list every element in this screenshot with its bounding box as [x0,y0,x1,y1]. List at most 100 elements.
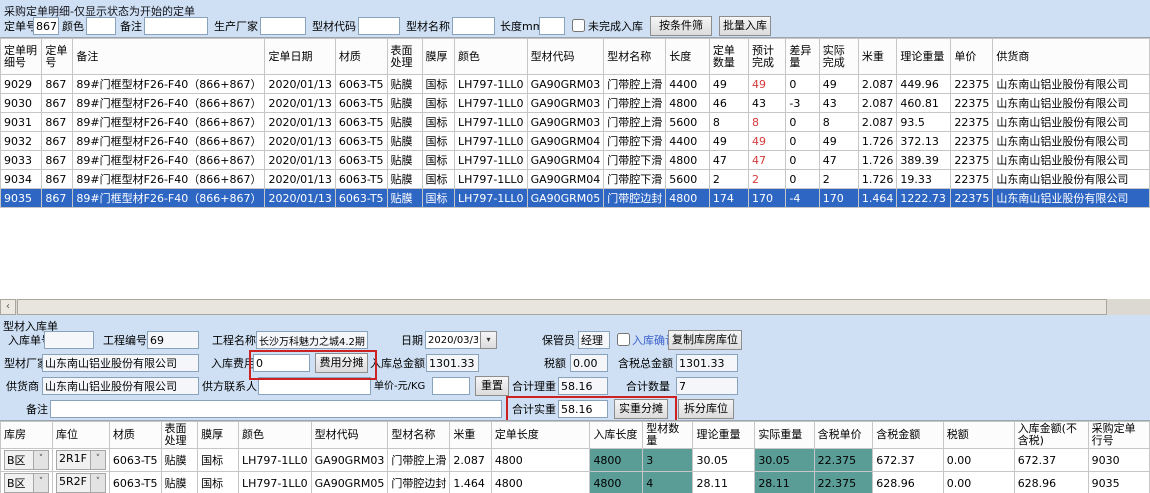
copy-warehouse-location-button[interactable]: 复制库房库位 [668,330,742,350]
column-header[interactable]: 理论重量 [897,39,951,75]
table-row[interactable]: 903086789#门框型材F26-F40（866+867）2020/01/13… [1,94,1150,113]
column-header[interactable]: 表面处理 [161,422,198,449]
horizontal-scrollbar[interactable]: ‹ [0,299,1150,315]
color-filter-input[interactable] [86,17,116,35]
chevron-down-icon[interactable]: ˅ [91,473,106,493]
column-header[interactable]: 含税金额 [873,422,944,449]
table-cell: 1.726 [858,170,897,189]
column-header[interactable]: 表面处理 [387,39,422,75]
column-header[interactable]: 定单长度 [491,422,590,449]
table-row[interactable]: 903286789#门框型材F26-F40（866+867）2020/01/13… [1,132,1150,151]
batch-inbound-button[interactable]: 批量入库 [719,16,771,36]
column-header[interactable]: 颜色 [239,422,312,449]
combo-cell[interactable]: B区˅ [1,472,53,493]
supplier-input[interactable] [42,377,199,395]
unfinished-checkbox[interactable] [572,19,585,32]
supplier-contact-input[interactable] [258,377,371,395]
total-with-tax-input[interactable] [676,354,738,372]
column-header[interactable]: 供货商 [993,39,1150,75]
remark-input[interactable] [50,400,502,418]
column-header[interactable]: 实际完成 [819,39,858,75]
fee-allocate-button[interactable]: 费用分摊 [315,353,368,373]
column-header[interactable]: 长度 [666,39,710,75]
combo-cell[interactable]: B区˅ [1,449,53,472]
column-header[interactable]: 型材数量 [643,422,693,449]
table-cell: 4800 [491,472,590,493]
table-cell: 170 [748,189,785,208]
scroll-left-button[interactable]: ‹ [0,299,16,315]
table-cell: GA90GRM04 [527,170,604,189]
scrollbar-thumb[interactable] [17,299,1107,315]
combo-cell[interactable]: 2R1F˅ [53,449,110,472]
table-row[interactable]: B区˅2R1F˅6063-T5贴膜国标LH797-1LL0GA90GRM03门带… [1,449,1150,472]
column-header[interactable]: 入库金额(不含税) [1014,422,1088,449]
table-row[interactable]: 903486789#门框型材F26-F40（866+867）2020/01/13… [1,170,1150,189]
column-header[interactable]: 库位 [53,422,110,449]
column-header[interactable]: 库房 [1,422,53,449]
factory-input[interactable] [42,354,199,372]
actual-weight-allocate-button[interactable]: 实重分摊 [614,399,668,419]
table-row[interactable]: B区˅5R2F˅6063-T5贴膜国标LH797-1LL0GA90GRM05门带… [1,472,1150,493]
column-header[interactable]: 型材名称 [604,39,666,75]
table-row[interactable]: 902986789#门框型材F26-F40（866+867）2020/01/13… [1,75,1150,94]
chevron-down-icon[interactable]: ˅ [91,450,106,470]
project-no-input[interactable] [147,331,199,349]
order-no-input[interactable] [33,17,59,35]
column-header[interactable]: 定单日期 [265,39,335,75]
column-header[interactable]: 备注 [73,39,265,75]
manufacturer-input[interactable] [260,17,306,35]
combo-value: 5R2F [56,473,91,493]
column-header[interactable]: 膜厚 [198,422,239,449]
column-header[interactable]: 定单明细号 [1,39,42,75]
reset-button[interactable]: 重置 [475,376,509,396]
column-header[interactable]: 型材代码 [527,39,604,75]
chevron-down-icon[interactable]: ˅ [34,473,49,493]
column-header[interactable]: 理论重量 [693,422,755,449]
column-header[interactable]: 米重 [450,422,491,449]
column-header[interactable]: 米重 [858,39,897,75]
column-header[interactable]: 单价 [951,39,993,75]
column-header[interactable]: 采购定单行号 [1088,422,1149,449]
table-row[interactable]: 903386789#门框型材F26-F40（866+867）2020/01/13… [1,151,1150,170]
inbound-confirm-checkbox[interactable] [617,333,630,346]
project-name-input[interactable] [256,331,368,349]
keeper-input[interactable] [578,331,610,349]
column-header[interactable]: 型材代码 [311,422,388,449]
column-header[interactable]: 材质 [109,422,161,449]
total-theory-weight-input[interactable] [558,377,608,395]
total-actual-weight-input[interactable] [558,400,608,418]
column-header[interactable]: 材质 [335,39,387,75]
column-header[interactable]: 差异量 [786,39,819,75]
table-cell: GA90GRM05 [311,472,388,493]
table-row[interactable]: 903186789#门框型材F26-F40（866+867）2020/01/13… [1,113,1150,132]
column-header[interactable]: 定单数量 [709,39,748,75]
date-input[interactable] [425,331,481,349]
column-header[interactable]: 颜色 [454,39,527,75]
profile-code-filter-input[interactable] [358,17,400,35]
column-header[interactable]: 含税单价 [814,422,873,449]
total-amount-input[interactable] [426,354,479,372]
column-header[interactable]: 实际重量 [755,422,814,449]
column-header[interactable]: 预计完成 [748,39,785,75]
calendar-dropdown-button[interactable]: ▾ [480,331,497,349]
chevron-down-icon[interactable]: ˅ [34,450,49,470]
table-row[interactable]: 903586789#门框型材F26-F40（866+867）2020/01/13… [1,189,1150,208]
total-qty-input[interactable] [676,377,738,395]
inbound-fee-input[interactable] [253,354,310,372]
warehouse-no-input[interactable] [44,331,94,349]
remark-filter-input[interactable] [144,17,208,35]
column-header[interactable]: 膜厚 [422,39,454,75]
column-header[interactable]: 税额 [943,422,1014,449]
split-location-button[interactable]: 拆分库位 [678,399,734,419]
column-header[interactable]: 型材名称 [388,422,450,449]
combo-cell[interactable]: 5R2F˅ [53,472,110,493]
column-header[interactable]: 定单号 [42,39,73,75]
filter-by-condition-button[interactable]: 按条件筛选 [650,16,712,36]
profile-name-filter-input[interactable] [452,17,495,35]
tax-input[interactable] [570,354,608,372]
project-no-label: 工程编号 [103,332,147,349]
table-cell: 8 [709,113,748,132]
column-header[interactable]: 入库长度 [590,422,643,449]
unit-price-input[interactable] [432,377,470,395]
length-filter-input[interactable] [539,17,565,35]
